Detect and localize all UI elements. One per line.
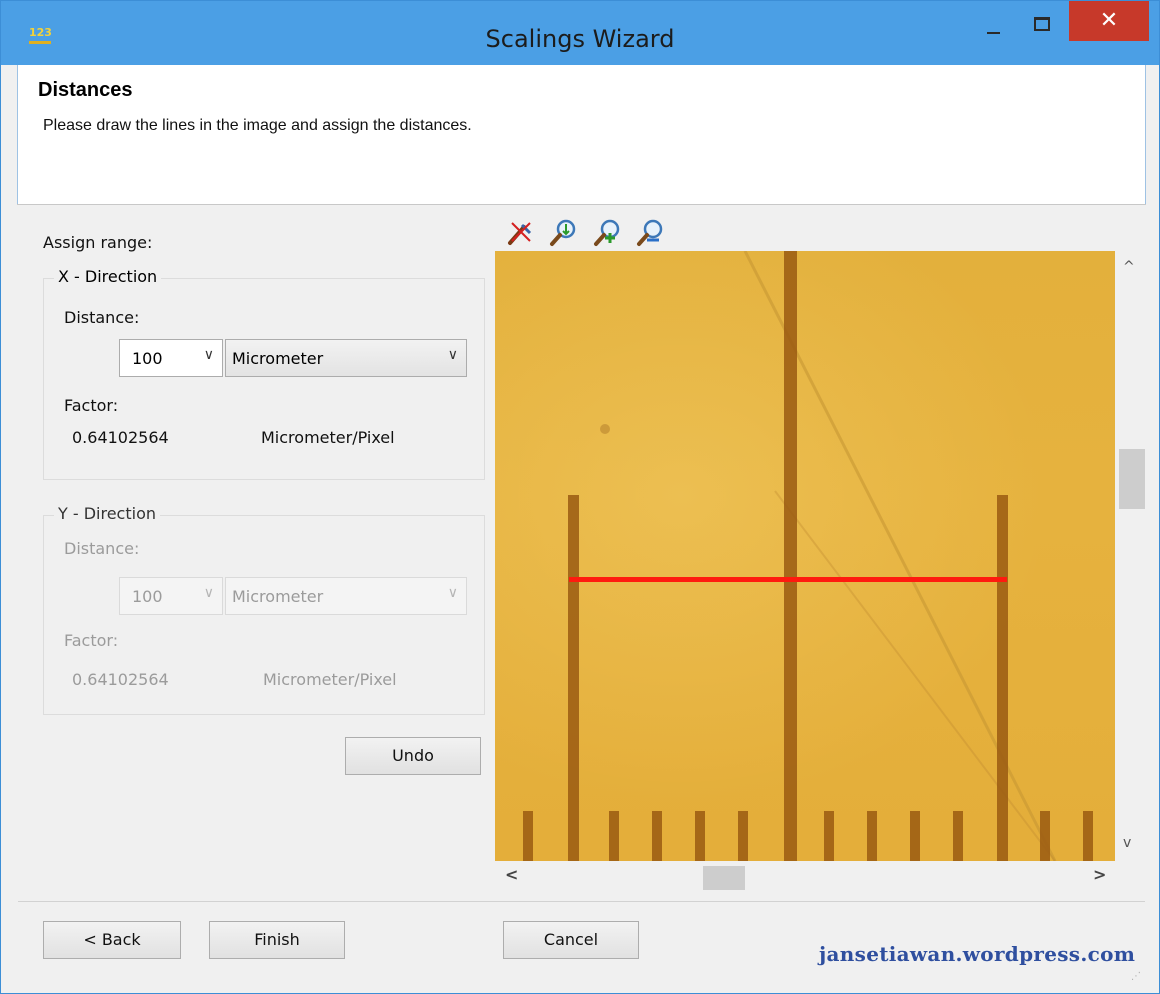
page-description: Please draw the lines in the image and a…: [43, 117, 472, 134]
scratch-line: [600, 251, 1057, 861]
scale-tick-long: [568, 495, 579, 861]
scalings-wizard-window: 123 Scalings Wizard ✕ Distances Please d…: [0, 0, 1160, 994]
maximize-icon: [1034, 17, 1050, 31]
scale-image-canvas[interactable]: [495, 251, 1115, 861]
y-distance-value: 100: [132, 587, 163, 606]
back-button[interactable]: < Back: [43, 921, 181, 959]
x-direction-legend: X - Direction: [54, 267, 162, 286]
y-distance-combo[interactable]: 100 ∨: [119, 577, 223, 615]
x-factor-value: 0.64102564: [72, 428, 169, 447]
minimize-button[interactable]: [975, 1, 1011, 41]
x-distance-combo[interactable]: 100 ∨: [119, 339, 223, 377]
close-button[interactable]: ✕: [1069, 1, 1149, 41]
x-distance-label: Distance:: [64, 308, 140, 327]
footer-divider: [18, 901, 1145, 902]
title-bar[interactable]: 123 Scalings Wizard ✕: [1, 1, 1159, 65]
scroll-right-icon[interactable]: >: [1093, 865, 1106, 884]
clear-line-icon[interactable]: [506, 217, 536, 247]
scale-tick-major: [784, 251, 797, 861]
y-unit-select[interactable]: Micrometer ∨: [225, 577, 467, 615]
horizontal-scrollbar[interactable]: < >: [495, 861, 1115, 891]
scale-tick-short: [523, 811, 533, 861]
scale-tick-short: [824, 811, 834, 861]
header-divider: [17, 204, 1146, 205]
y-factor-unit: Micrometer/Pixel: [263, 670, 397, 689]
scroll-up-icon[interactable]: ^: [1123, 259, 1135, 275]
y-direction-legend: Y - Direction: [54, 504, 160, 523]
chevron-down-icon: ∨: [203, 585, 214, 601]
y-unit-value: Micrometer: [232, 587, 324, 606]
watermark-text: jansetiawan.wordpress.com: [819, 942, 1136, 966]
scale-tick-short: [652, 811, 662, 861]
scale-tick-short: [695, 811, 705, 861]
y-factor-label: Factor:: [64, 631, 119, 650]
x-unit-select[interactable]: Micrometer ∨: [225, 339, 467, 377]
y-distance-label: Distance:: [64, 539, 140, 558]
y-factor-value: 0.64102564: [72, 670, 169, 689]
minimize-icon: [987, 32, 1000, 34]
cancel-button[interactable]: Cancel: [503, 921, 639, 959]
scale-tick-short: [1083, 811, 1093, 861]
x-factor-unit: Micrometer/Pixel: [261, 428, 395, 447]
vertical-scrollbar[interactable]: ^ v: [1115, 251, 1145, 861]
finish-button[interactable]: Finish: [209, 921, 345, 959]
chevron-down-icon: ∨: [203, 347, 214, 363]
x-factor-label: Factor:: [64, 396, 119, 415]
scale-tick-short: [867, 811, 877, 861]
undo-button[interactable]: Undo: [345, 737, 481, 775]
page-title: Distances: [38, 79, 133, 101]
zoom-out-icon[interactable]: [635, 217, 665, 247]
chevron-down-icon: ∨: [447, 585, 458, 601]
scale-tick-short: [609, 811, 619, 861]
scale-tick-long: [997, 495, 1008, 861]
scale-tick-short: [910, 811, 920, 861]
scroll-down-icon[interactable]: v: [1123, 835, 1131, 851]
x-distance-value: 100: [132, 349, 163, 368]
scale-tick-short: [953, 811, 963, 861]
assign-range-label: Assign range:: [43, 233, 153, 252]
horizontal-scroll-thumb[interactable]: [703, 866, 745, 890]
measurement-line[interactable]: [569, 577, 1007, 582]
resize-grip-icon[interactable]: ⋰: [1131, 971, 1143, 983]
vertical-scroll-thumb[interactable]: [1119, 449, 1145, 509]
zoom-fit-icon[interactable]: [548, 217, 578, 247]
scale-tick-short: [738, 811, 748, 861]
scale-tick-short: [1040, 811, 1050, 861]
zoom-in-icon[interactable]: [592, 217, 622, 247]
scroll-left-icon[interactable]: <: [505, 865, 518, 884]
x-unit-value: Micrometer: [232, 349, 324, 368]
chevron-down-icon: ∨: [447, 347, 458, 363]
maximize-button[interactable]: [1023, 1, 1059, 41]
wizard-header: Distances Please draw the lines in the i…: [17, 65, 1146, 204]
